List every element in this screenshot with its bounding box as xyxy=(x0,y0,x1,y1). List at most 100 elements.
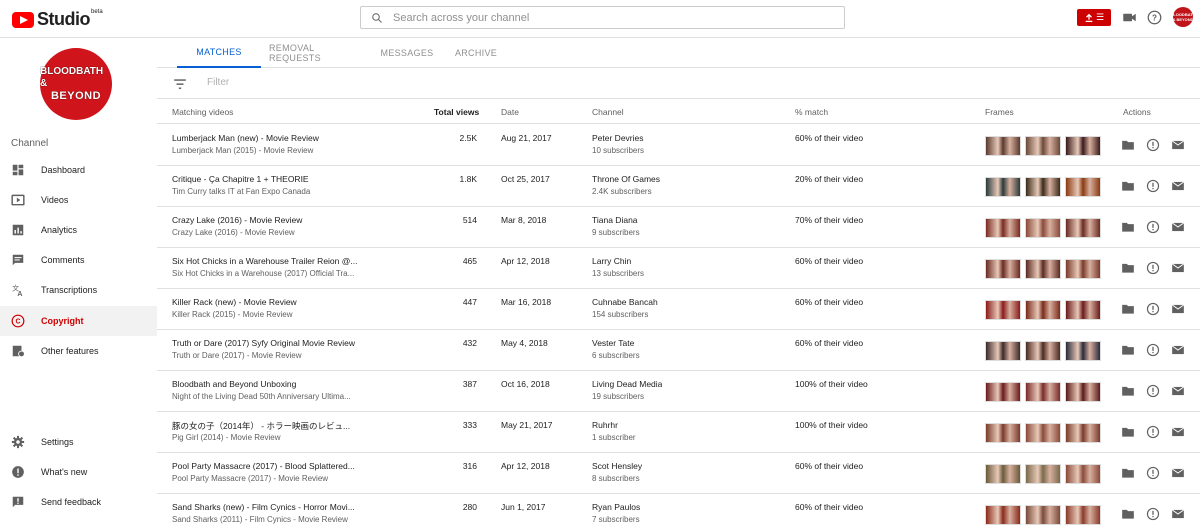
dispute-alert-icon[interactable] xyxy=(1146,179,1160,193)
tab-removal-requests[interactable]: REMOVAL REQUESTS xyxy=(269,38,361,68)
table-row[interactable]: Crazy Lake (2016) - Movie Review Crazy La… xyxy=(157,207,1200,248)
video-title[interactable]: Critique - Ça Chapitre 1 + THEORIE xyxy=(172,174,357,184)
frame-thumbnail[interactable] xyxy=(985,423,1021,443)
dispute-alert-icon[interactable] xyxy=(1146,261,1160,275)
frame-thumbnail[interactable] xyxy=(1025,300,1061,320)
frame-thumbnail[interactable] xyxy=(985,505,1021,525)
message-mail-icon[interactable] xyxy=(1171,343,1185,357)
frame-thumbnail[interactable] xyxy=(1065,177,1101,197)
frame-thumbnail[interactable] xyxy=(985,341,1021,361)
frame-thumbnail[interactable] xyxy=(1025,464,1061,484)
message-mail-icon[interactable] xyxy=(1171,507,1185,521)
frame-thumbnail[interactable] xyxy=(985,464,1021,484)
channel-name[interactable]: Scot Hensley xyxy=(592,461,642,471)
channel-name[interactable]: Cuhnabe Bancah xyxy=(592,297,658,307)
sidebar-item-comments[interactable]: Comments xyxy=(0,245,157,275)
frame-thumbnail[interactable] xyxy=(1065,259,1101,279)
table-row[interactable]: 豚の女の子（2014年） - ホラー映画のレビュ... Pig Girl (201… xyxy=(157,412,1200,453)
folder-icon[interactable] xyxy=(1121,138,1135,152)
frame-thumbnail[interactable] xyxy=(1025,382,1061,402)
channel-name[interactable]: Tiana Diana xyxy=(592,215,638,225)
frame-thumbnail[interactable] xyxy=(1065,505,1101,525)
frame-thumbnail[interactable] xyxy=(1065,341,1101,361)
channel-name[interactable]: Throne Of Games xyxy=(592,174,660,184)
folder-icon[interactable] xyxy=(1121,261,1135,275)
folder-icon[interactable] xyxy=(1121,302,1135,316)
channel-name[interactable]: Larry Chin xyxy=(592,256,631,266)
table-row[interactable]: Sand Sharks (new) - Film Cynics - Horror… xyxy=(157,494,1200,531)
dispute-alert-icon[interactable] xyxy=(1146,138,1160,152)
sidebar-item-transcriptions[interactable]: 文A Transcriptions xyxy=(0,275,157,305)
video-title[interactable]: Lumberjack Man (new) - Movie Review xyxy=(172,133,357,143)
dispute-alert-icon[interactable] xyxy=(1146,507,1160,521)
col-total-views[interactable]: Total views xyxy=(434,107,479,117)
video-title[interactable]: Bloodbath and Beyond Unboxing xyxy=(172,379,357,389)
table-row[interactable]: Six Hot Chicks in a Warehouse Trailer Re… xyxy=(157,248,1200,289)
sidebar-item-settings[interactable]: Settings xyxy=(0,427,157,457)
sidebar-item-copyright[interactable]: C Copyright xyxy=(0,306,157,336)
channel-name[interactable]: Living Dead Media xyxy=(592,379,662,389)
frame-thumbnail[interactable] xyxy=(1065,423,1101,443)
video-title[interactable]: Crazy Lake (2016) - Movie Review xyxy=(172,215,357,225)
sidebar-item-analytics[interactable]: Analytics xyxy=(0,215,157,245)
table-row[interactable]: Bloodbath and Beyond Unboxing Night of th… xyxy=(157,371,1200,412)
frame-thumbnail[interactable] xyxy=(1025,177,1061,197)
frame-thumbnail[interactable] xyxy=(1065,464,1101,484)
create-button[interactable]: ☰ xyxy=(1077,9,1111,26)
folder-icon[interactable] xyxy=(1121,179,1135,193)
frame-thumbnail[interactable] xyxy=(985,177,1021,197)
message-mail-icon[interactable] xyxy=(1171,384,1185,398)
studio-logo[interactable]: Studio beta xyxy=(12,9,103,30)
sidebar-item-other-features[interactable]: Other features xyxy=(0,336,157,366)
dispute-alert-icon[interactable] xyxy=(1146,384,1160,398)
folder-icon[interactable] xyxy=(1121,220,1135,234)
frame-thumbnail[interactable] xyxy=(985,218,1021,238)
frame-thumbnail[interactable] xyxy=(1025,423,1061,443)
folder-icon[interactable] xyxy=(1121,466,1135,480)
channel-name[interactable]: Ryan Paulos xyxy=(592,502,640,512)
table-row[interactable]: Truth or Dare (2017) Syfy Original Movie… xyxy=(157,330,1200,371)
message-mail-icon[interactable] xyxy=(1171,179,1185,193)
message-mail-icon[interactable] xyxy=(1171,220,1185,234)
table-row[interactable]: Killer Rack (new) - Movie Review Killer R… xyxy=(157,289,1200,330)
video-title[interactable]: 豚の女の子（2014年） - ホラー映画のレビュ... xyxy=(172,420,357,432)
channel-name[interactable]: Peter Devries xyxy=(592,133,644,143)
frame-thumbnail[interactable] xyxy=(985,382,1021,402)
video-title[interactable]: Killer Rack (new) - Movie Review xyxy=(172,297,357,307)
video-title[interactable]: Pool Party Massacre (2017) - Blood Splat… xyxy=(172,461,357,471)
dispute-alert-icon[interactable] xyxy=(1146,343,1160,357)
channel-name[interactable]: Ruhrhr xyxy=(592,420,618,430)
folder-icon[interactable] xyxy=(1121,343,1135,357)
frame-thumbnail[interactable] xyxy=(1065,300,1101,320)
frame-thumbnail[interactable] xyxy=(1025,218,1061,238)
message-mail-icon[interactable] xyxy=(1171,302,1185,316)
search-input[interactable] xyxy=(393,11,813,24)
tab-archive[interactable]: ARCHIVE xyxy=(449,38,503,68)
folder-icon[interactable] xyxy=(1121,384,1135,398)
frame-thumbnail[interactable] xyxy=(1025,259,1061,279)
dispute-alert-icon[interactable] xyxy=(1146,220,1160,234)
message-mail-icon[interactable] xyxy=(1171,261,1185,275)
video-camera-icon[interactable] xyxy=(1122,10,1137,25)
sidebar-item-videos[interactable]: Videos xyxy=(0,185,157,215)
frame-thumbnail[interactable] xyxy=(1025,505,1061,525)
message-mail-icon[interactable] xyxy=(1171,425,1185,439)
dispute-alert-icon[interactable] xyxy=(1146,425,1160,439)
table-row[interactable]: Lumberjack Man (new) - Movie Review Lumbe… xyxy=(157,125,1200,166)
filter-icon[interactable] xyxy=(173,78,187,90)
video-title[interactable]: Truth or Dare (2017) Syfy Original Movie… xyxy=(172,338,357,348)
sidebar-item-dashboard[interactable]: Dashboard xyxy=(0,155,157,185)
channel-avatar[interactable]: BLOODBATH & BEYOND xyxy=(40,48,112,120)
channel-name[interactable]: Vester Tate xyxy=(592,338,634,348)
sidebar-item-whats-new[interactable]: What's new xyxy=(0,457,157,487)
frame-thumbnail[interactable] xyxy=(1065,382,1101,402)
folder-icon[interactable] xyxy=(1121,425,1135,439)
account-avatar[interactable]: BLOODBATH & BEYOND xyxy=(1170,7,1196,27)
filter-input[interactable] xyxy=(207,77,507,88)
frame-thumbnail[interactable] xyxy=(985,136,1021,156)
help-icon[interactable]: ? xyxy=(1147,10,1162,25)
table-row[interactable]: Critique - Ça Chapitre 1 + THEORIE Tim Cu… xyxy=(157,166,1200,207)
table-row[interactable]: Pool Party Massacre (2017) - Blood Splat… xyxy=(157,453,1200,494)
frame-thumbnail[interactable] xyxy=(1065,136,1101,156)
search-box[interactable] xyxy=(360,6,845,29)
